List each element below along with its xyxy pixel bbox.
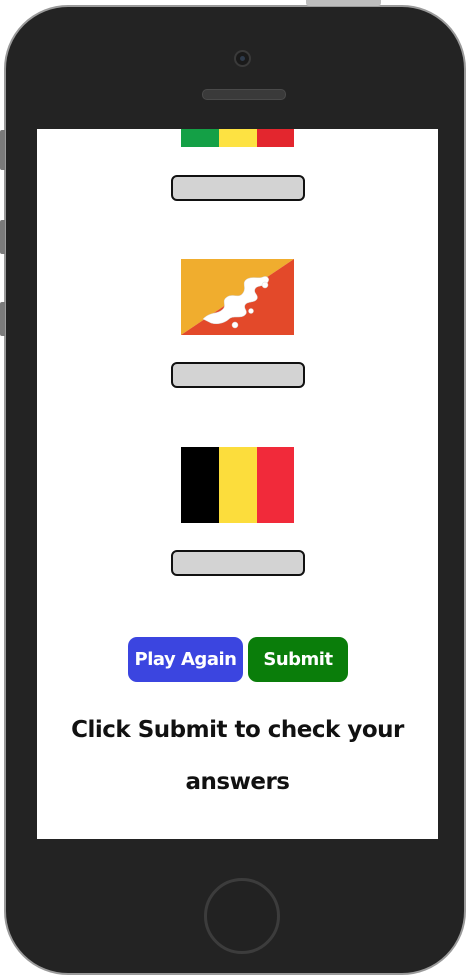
- belgium-flag-icon: [181, 447, 294, 523]
- bhutan-flag-icon: [181, 259, 294, 335]
- flag-answer-input-2[interactable]: [171, 362, 305, 388]
- submit-button[interactable]: Submit: [248, 637, 348, 682]
- flag-answer-input-3[interactable]: [171, 550, 305, 576]
- power-button[interactable]: [306, 0, 381, 6]
- home-button[interactable]: [204, 878, 280, 954]
- speaker-grille: [202, 89, 286, 100]
- mute-switch[interactable]: [0, 130, 5, 170]
- mali-flag-icon: [181, 129, 294, 147]
- volume-up-button[interactable]: [0, 220, 5, 254]
- app-screen: Play Again Submit Click Submit to check …: [37, 129, 438, 839]
- flag-answer-input-1[interactable]: [171, 175, 305, 201]
- instruction-message: Click Submit to check your answers: [71, 717, 404, 795]
- volume-down-button[interactable]: [0, 302, 5, 336]
- play-again-button[interactable]: Play Again: [128, 637, 243, 682]
- camera-icon: [234, 50, 251, 67]
